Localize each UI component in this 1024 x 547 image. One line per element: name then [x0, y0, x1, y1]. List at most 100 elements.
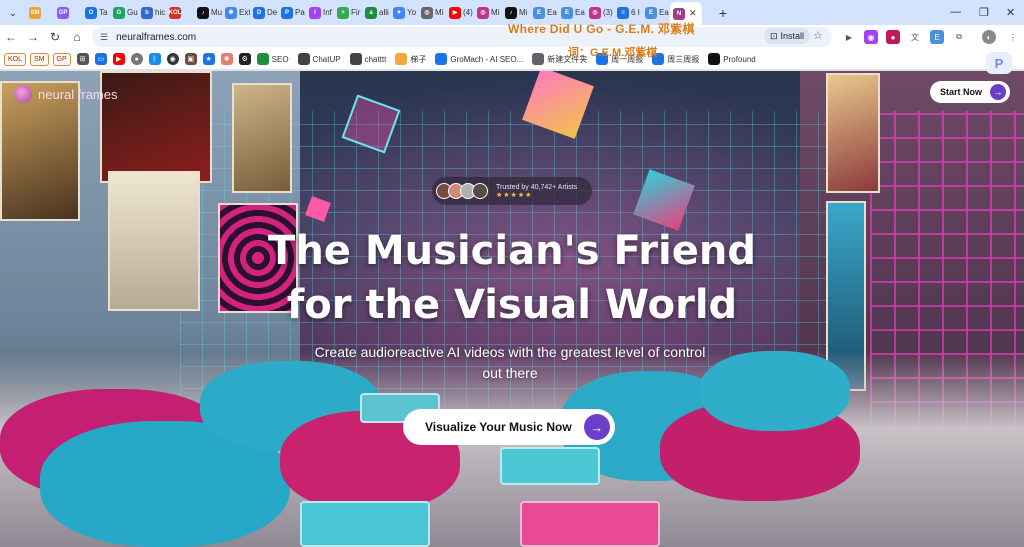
tab-title: Mi	[435, 8, 444, 17]
tab-favicon-icon: ◎	[421, 6, 433, 19]
extension-translate-icon[interactable]: 文	[908, 30, 922, 44]
address-bar[interactable]: ☰ neuralframes.com	[92, 27, 832, 47]
bookmark-label: chatttt	[364, 54, 387, 64]
hero-section: neural frames Start Now → Trusted by 40,…	[0, 71, 1024, 547]
headline-line-1: The Musician's Friend	[268, 228, 756, 274]
bookmark-chip[interactable]: KOL	[4, 52, 27, 66]
tab-favicon-icon: SM	[29, 6, 41, 19]
bookmark-favicon-icon	[708, 53, 721, 65]
bookmark-item[interactable]: ChatUP	[297, 53, 341, 65]
browser-tab[interactable]: GP	[54, 3, 82, 23]
bookmark-star-blue-icon[interactable]: ★	[202, 53, 215, 65]
back-icon[interactable]: ←	[0, 26, 22, 48]
menu-kebab-icon[interactable]: ⋮	[1006, 30, 1020, 44]
tab-favicon-icon: N	[673, 7, 685, 20]
tab-title: Gu	[127, 8, 138, 17]
tab-favicon-icon: E	[561, 6, 573, 19]
tab-favicon-icon: E	[645, 6, 657, 19]
arrow-right-icon: →	[990, 84, 1007, 100]
tab-title: Ea	[575, 8, 585, 17]
bookmark-brown-icon[interactable]: ▣	[184, 53, 197, 65]
bookmark-label: 周三周报	[667, 54, 700, 64]
browser-tab[interactable]: b hic	[138, 3, 166, 23]
install-button[interactable]: ⊡ Install	[764, 28, 811, 44]
bookmark-label: SEO	[271, 54, 289, 64]
hero-headline: The Musician's Friend for the Visual Wor…	[0, 224, 1024, 332]
install-label: Install	[780, 31, 805, 41]
browser-tab[interactable]: ◎ Mi	[418, 3, 446, 23]
bookmark-youtube-icon[interactable]: ▶	[112, 53, 125, 65]
bookmark-star-icon[interactable]: ☆	[813, 29, 823, 42]
browser-tab[interactable]: G Gu	[110, 3, 138, 23]
cta-label: Visualize Your Music Now	[425, 420, 572, 434]
browser-tab[interactable]: KOL	[166, 3, 194, 23]
site-info-icon[interactable]: ☰	[100, 32, 108, 43]
bookmark-item[interactable]: 周三周报	[652, 53, 699, 65]
tab-title: alli	[379, 8, 389, 17]
browser-tab[interactable]: ◎ Mi	[474, 3, 502, 23]
poster-left-3	[232, 83, 292, 193]
browser-tab[interactable]: I Inf	[306, 3, 334, 23]
browser-tab[interactable]: ✦ Yo	[390, 3, 418, 23]
extension-purple-icon[interactable]: ◉	[864, 30, 878, 44]
tab-title: (3)	[603, 8, 613, 17]
bookmark-item[interactable]: 梯子	[395, 53, 426, 65]
bookmark-label: ChatUP	[312, 54, 341, 64]
tab-favicon-icon: P	[281, 6, 293, 19]
profile-avatar[interactable]: ◐	[982, 30, 996, 44]
brand-logo-link[interactable]: neural frames	[14, 85, 117, 103]
tab-title: 6 I	[631, 8, 640, 17]
artist-avatars	[436, 183, 488, 199]
browser-tab[interactable]: SM	[26, 3, 54, 23]
pillow-teal-far	[700, 351, 850, 431]
bookmark-item[interactable]: Profound	[708, 53, 756, 65]
browser-tab[interactable]: O Ta	[82, 3, 110, 23]
browser-tab[interactable]: D De	[250, 3, 278, 23]
extensions-puzzle-icon[interactable]: ⧉	[952, 30, 966, 44]
start-now-button[interactable]: Start Now →	[930, 81, 1011, 103]
forward-icon[interactable]: →	[22, 26, 44, 48]
home-icon[interactable]: ⌂	[66, 26, 88, 48]
bookmark-item[interactable]: GroMach - AI SEO...	[435, 53, 523, 65]
floating-extension-p-icon[interactable]: P	[986, 52, 1012, 74]
apps-grid-icon[interactable]: ⊞	[76, 53, 89, 65]
tab-search-chevron-icon[interactable]: ⌄	[5, 5, 21, 21]
tab-title: Ea	[659, 8, 669, 17]
bookmark-favicon-icon	[349, 53, 362, 65]
bookmark-favicon-icon	[532, 53, 545, 65]
bookmark-bluetooth-icon[interactable]: ᛒ	[148, 53, 161, 65]
tab-favicon-icon: a	[365, 6, 377, 19]
bookmark-favicon-icon	[395, 53, 408, 65]
bookmark-circle-icon[interactable]: ●	[130, 53, 143, 65]
tab-favicon-icon: ◎	[589, 6, 601, 19]
bookmark-dark-icon[interactable]: ◉	[166, 53, 179, 65]
browser-tab[interactable]: ▶ (4)	[446, 3, 474, 23]
tab-title: (4)	[463, 8, 473, 17]
tab-favicon-icon: ✦	[393, 6, 405, 19]
bookmark-sun-icon[interactable]: ✺	[220, 53, 233, 65]
visualize-music-button[interactable]: Visualize Your Music Now →	[403, 409, 615, 445]
reload-icon[interactable]: ↻	[44, 26, 66, 48]
trust-label: Trusted by 40,742+ Artists	[496, 183, 578, 191]
bookmark-chip[interactable]: SM	[30, 52, 49, 66]
close-window-icon[interactable]: ✕	[1006, 6, 1015, 19]
bookmark-tv-icon[interactable]: ▭	[94, 53, 107, 65]
browser-tab[interactable]: + Fir	[334, 3, 362, 23]
browser-tab[interactable]: a alli	[362, 3, 390, 23]
extension-pink-icon[interactable]: ●	[886, 30, 900, 44]
bookmark-item[interactable]: chatttt	[349, 53, 387, 65]
brand-name: neural frames	[38, 86, 118, 102]
bookmark-item[interactable]: SEO	[256, 53, 289, 65]
extension-blue-icon[interactable]: E	[930, 30, 944, 44]
bookmark-robot-icon[interactable]: ⚙	[238, 53, 251, 65]
media-play-icon[interactable]: ▶	[842, 30, 856, 44]
browser-tab[interactable]: ✱ Ext	[222, 3, 250, 23]
new-tab-button[interactable]: +	[714, 4, 732, 22]
bookmark-chip[interactable]: GP	[52, 52, 71, 66]
url-text: neuralframes.com	[116, 31, 197, 43]
maximize-icon[interactable]: ❐	[979, 6, 989, 19]
browser-tab[interactable]: ♪ Mu	[194, 3, 222, 23]
minimize-icon[interactable]: —	[950, 6, 961, 18]
close-tab-icon[interactable]: ✕	[689, 8, 697, 19]
browser-tab[interactable]: P Pa	[278, 3, 306, 23]
